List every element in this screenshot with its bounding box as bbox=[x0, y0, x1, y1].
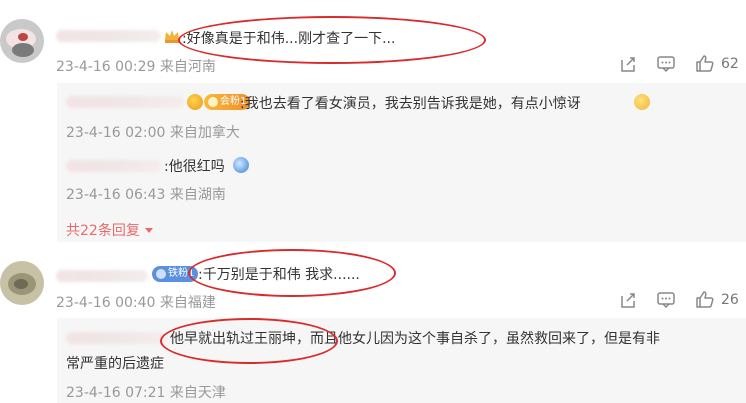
reply-text: :他很红吗 bbox=[164, 159, 225, 175]
comment-timestamp: 23-4-16 00:40 来自福建 bbox=[56, 295, 216, 311]
comment-text: :千万别是于和伟 我求...... bbox=[198, 267, 360, 283]
crown-icon bbox=[165, 30, 179, 43]
avatar[interactable] bbox=[0, 261, 44, 305]
chevron-down-icon bbox=[145, 228, 154, 233]
comment-icon[interactable] bbox=[656, 291, 676, 309]
like-icon[interactable] bbox=[695, 290, 715, 310]
share-icon[interactable] bbox=[618, 54, 638, 74]
reply-text: 他早就出轨过王丽坤，而且他女儿因为这个事自杀了，虽然救回来了，但是有非 bbox=[170, 331, 660, 347]
like-count: 62 bbox=[721, 56, 739, 72]
like-icon[interactable] bbox=[695, 54, 715, 74]
comment-text: :好像真是于和伟...刚才查了一下... bbox=[182, 31, 396, 47]
reply-text-continued: 常严重的后遗症 bbox=[66, 356, 164, 372]
like-count: 26 bbox=[721, 292, 739, 308]
emoji-icon bbox=[233, 157, 249, 173]
avatar[interactable] bbox=[0, 19, 44, 63]
comment-icon[interactable] bbox=[656, 55, 676, 73]
reply-timestamp: 23-4-16 02:00 来自加拿大 bbox=[66, 125, 240, 141]
username-redacted[interactable] bbox=[56, 30, 161, 42]
share-icon[interactable] bbox=[618, 290, 638, 310]
reply-text: :我也去看了看女演员，我去别告诉我是她，有点小惊讶 bbox=[240, 96, 581, 112]
comment-timestamp: 23-4-16 00:29 来自河南 bbox=[56, 59, 216, 75]
more-replies-link[interactable]: 共22条回复 bbox=[66, 220, 154, 240]
username-redacted[interactable] bbox=[56, 270, 148, 282]
emoji-icon bbox=[634, 94, 650, 110]
username-redacted[interactable] bbox=[66, 160, 162, 172]
username-redacted[interactable] bbox=[66, 96, 184, 108]
reply-timestamp: 23-4-16 06:43 来自湖南 bbox=[66, 187, 226, 203]
reply-timestamp: 23-4-16 07:21 来自天津 bbox=[66, 385, 226, 401]
username-redacted[interactable] bbox=[66, 332, 166, 344]
emoji-icon bbox=[187, 94, 203, 110]
fan-badge: 铁粉1 bbox=[152, 266, 199, 282]
